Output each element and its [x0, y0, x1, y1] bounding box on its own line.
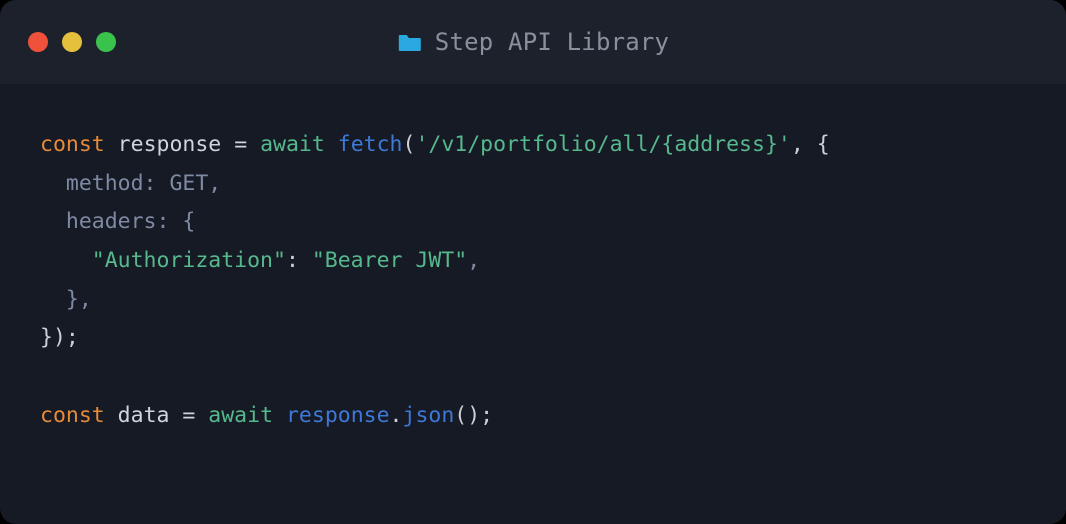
folder-icon: [397, 32, 423, 52]
ident-response2: response: [286, 403, 390, 428]
colon: :: [286, 248, 312, 273]
string-url: '/v1/portfolio/all/{address}': [415, 132, 790, 157]
comma: ,: [208, 171, 221, 196]
ident-data: data: [105, 403, 183, 428]
keyword-await: await: [208, 403, 273, 428]
string-auth-key: "Authorization": [92, 248, 286, 273]
comma-brace: , {: [791, 132, 830, 157]
code-area: const response = await fetch('/v1/portfo…: [0, 84, 1066, 524]
prop-method: method:: [66, 171, 157, 196]
ident-response: response: [105, 132, 234, 157]
ident-get: GET: [169, 171, 208, 196]
window-title: Step API Library: [397, 28, 669, 56]
string-auth-val: "Bearer JWT": [312, 248, 467, 273]
dot: .: [390, 403, 403, 428]
keyword-await: await: [260, 132, 325, 157]
traffic-lights: [28, 32, 116, 52]
brace-paren-close: });: [40, 325, 79, 350]
code-window: Step API Library const response = await …: [0, 0, 1066, 524]
window-title-text: Step API Library: [435, 28, 669, 56]
maximize-icon[interactable]: [96, 32, 116, 52]
fn-fetch: fetch: [338, 132, 403, 157]
brace-open: {: [182, 209, 195, 234]
close-icon[interactable]: [28, 32, 48, 52]
keyword-const: const: [40, 403, 105, 428]
lparen: (: [403, 132, 416, 157]
minimize-icon[interactable]: [62, 32, 82, 52]
titlebar: Step API Library: [0, 0, 1066, 84]
parens-semi: ();: [454, 403, 493, 428]
brace-close: },: [66, 287, 92, 312]
fn-json: json: [403, 403, 455, 428]
op-eq: =: [182, 403, 208, 428]
prop-headers: headers:: [66, 209, 170, 234]
op-eq: =: [234, 132, 260, 157]
comma: ,: [467, 248, 480, 273]
keyword-const: const: [40, 132, 105, 157]
